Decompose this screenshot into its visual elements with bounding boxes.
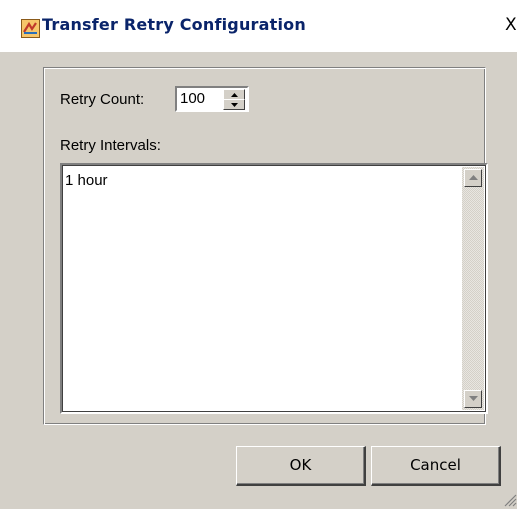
retry-intervals-label: Retry Intervals:	[60, 137, 161, 154]
spin-down-icon	[231, 103, 238, 107]
title-bar[interactable]: Transfer Retry Configuration X	[0, 0, 517, 52]
retry-count-stepper[interactable]: 100	[175, 86, 249, 112]
scroll-down-icon	[469, 396, 478, 401]
spin-up-icon	[231, 93, 238, 97]
list-item[interactable]: 1 hour	[65, 172, 108, 189]
ok-button[interactable]: OK	[236, 446, 366, 486]
scroll-up-button[interactable]	[464, 169, 482, 187]
vertical-scrollbar[interactable]	[462, 167, 484, 410]
cancel-button[interactable]: Cancel	[371, 446, 501, 486]
retry-count-label: Retry Count:	[60, 91, 145, 108]
close-icon[interactable]: X	[505, 14, 517, 36]
scroll-down-button[interactable]	[464, 390, 482, 408]
spin-down-button[interactable]	[223, 99, 245, 110]
transfer-app-icon	[21, 19, 40, 38]
retry-intervals-list[interactable]: 1 hour	[60, 163, 488, 414]
retry-count-input[interactable]: 100	[180, 90, 205, 107]
retry-config-dialog: Transfer Retry Configuration X Retry Cou…	[0, 0, 517, 509]
resize-grip-icon[interactable]	[503, 493, 517, 507]
window-title: Transfer Retry Configuration	[42, 15, 306, 34]
scroll-up-icon	[469, 175, 478, 180]
